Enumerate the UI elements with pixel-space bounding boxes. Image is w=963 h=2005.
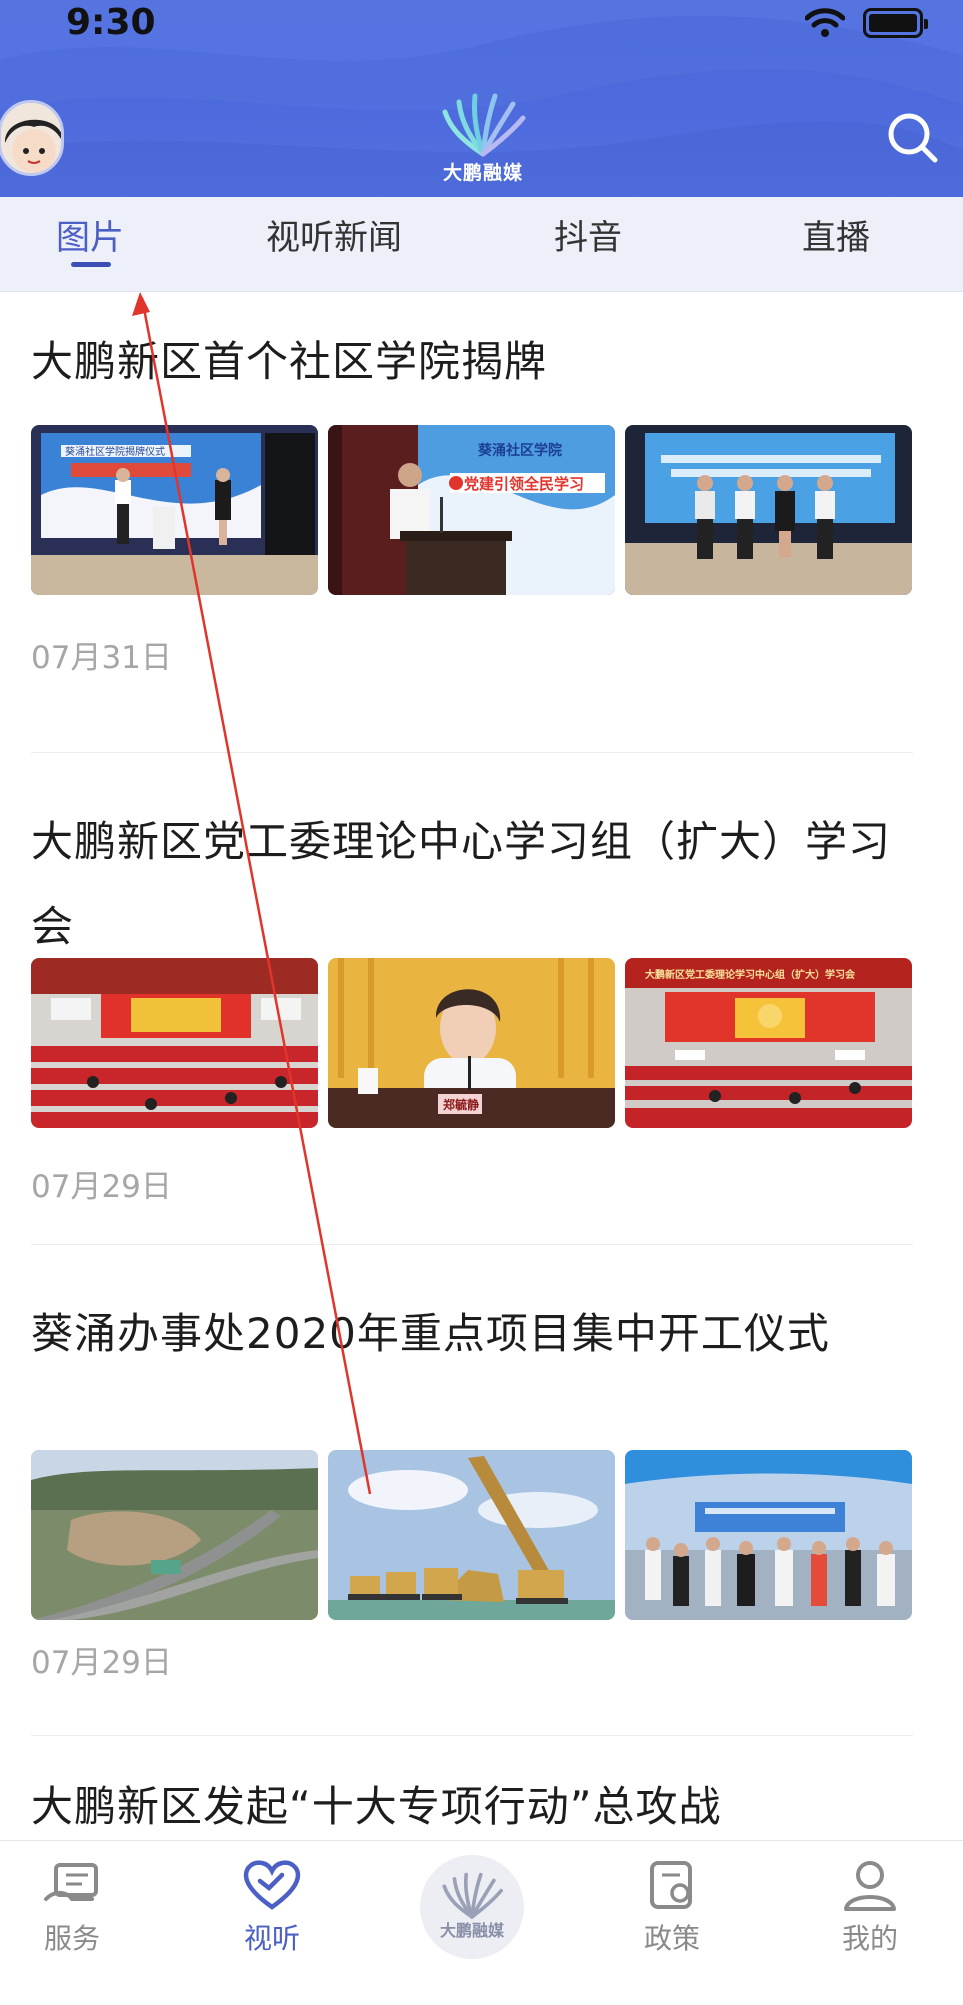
article-thumbnails: 郑毓静 大鹏新区党工委理论学习中心组（扩大）学习会 xyxy=(31,958,912,1128)
nav-policy-label: 政策 xyxy=(643,1922,700,1955)
article-card[interactable]: 大鹏新区发起“十大专项行动”总攻战 xyxy=(31,1777,913,1837)
user-avatar[interactable] xyxy=(0,100,64,176)
banner-text: 大鹏新区党工委理论学习中心组（扩大）学习会 xyxy=(645,968,855,981)
article-photo[interactable] xyxy=(31,958,318,1128)
article-title[interactable]: 大鹏新区发起“十大专项行动”总攻战 xyxy=(31,1777,913,1837)
article-thumbnails: 葵涌社区学院揭牌仪式 葵涌社区学院 党建引领全民学习 xyxy=(31,425,912,595)
logo-text: 大鹏融媒 xyxy=(442,162,523,184)
article-thumbnails xyxy=(31,1450,912,1620)
article-date: 07月29日 xyxy=(31,1169,172,1205)
nav-profile[interactable]: 我的 xyxy=(800,1859,940,1957)
article-photo[interactable]: 大鹏新区党工委理论学习中心组（扩大）学习会 xyxy=(625,958,912,1128)
article-photo[interactable]: 葵涌社区学院揭牌仪式 xyxy=(31,425,318,595)
logo-icon xyxy=(442,93,526,157)
battery-icon xyxy=(863,8,928,38)
tab-audio-video-news[interactable]: 视听新闻 xyxy=(266,197,402,292)
nav-policy[interactable]: 政策 xyxy=(602,1859,742,1957)
article-divider xyxy=(31,1735,913,1736)
search-button[interactable] xyxy=(885,110,941,166)
status-icons xyxy=(805,8,928,38)
wifi-icon xyxy=(805,8,845,37)
article-title[interactable]: 大鹏新区首个社区学院揭牌 xyxy=(31,332,913,392)
article-divider xyxy=(31,752,913,753)
logo-icon xyxy=(442,1872,503,1919)
article-photo[interactable]: 葵涌社区学院 党建引领全民学习 xyxy=(328,425,615,595)
banner-text: 葵涌社区学院 xyxy=(477,442,562,459)
article-photo[interactable] xyxy=(31,1450,318,1620)
nav-audio-video[interactable]: 视听 xyxy=(202,1859,342,1957)
article-photo[interactable] xyxy=(625,1450,912,1620)
slogan-text: 党建引领全民学习 xyxy=(464,475,584,493)
nameplate-text: 郑毓静 xyxy=(443,1097,479,1112)
app-logo: 大鹏融媒 xyxy=(418,90,548,190)
banner-text: 葵涌社区学院揭牌仪式 xyxy=(65,445,165,458)
nav-home-logo[interactable]: 大鹏融媒 xyxy=(420,1855,524,1959)
app-header: 9:30 大鹏融媒 xyxy=(0,0,963,197)
bottom-navigation: 服务 视听 大鹏融媒 政策 我的 xyxy=(0,1840,963,2005)
active-tab-indicator xyxy=(71,262,111,267)
nav-home-label: 大鹏融媒 xyxy=(439,1921,504,1940)
policy-icon xyxy=(650,1861,692,1909)
profile-icon xyxy=(844,1861,896,1911)
service-icon xyxy=(44,1863,98,1901)
article-date: 07月29日 xyxy=(31,1645,172,1681)
article-photo[interactable] xyxy=(625,425,912,595)
search-icon xyxy=(888,113,938,163)
article-photo[interactable] xyxy=(328,1450,615,1620)
article-date: 07月31日 xyxy=(31,640,172,676)
nav-service[interactable]: 服务 xyxy=(2,1859,142,1957)
nav-profile-label: 我的 xyxy=(841,1922,898,1955)
news-feed[interactable]: 大鹏新区首个社区学院揭牌 葵涌社区学院揭牌仪式 葵涌社区学院 党建引领全民学习 … xyxy=(0,292,963,1840)
status-time: 9:30 xyxy=(66,2,156,43)
article-divider xyxy=(31,1244,913,1245)
tab-douyin[interactable]: 抖音 xyxy=(554,197,622,292)
article-card[interactable]: 葵涌办事处2020年重点项目集中开工仪式 07月29日 xyxy=(31,1291,913,1681)
article-title[interactable]: 葵涌办事处2020年重点项目集中开工仪式 xyxy=(31,1291,901,1376)
heart-icon xyxy=(243,1860,301,1910)
tab-live[interactable]: 直播 xyxy=(802,197,870,292)
article-card[interactable]: 大鹏新区党工委理论中心学习组（扩大）学习会 郑毓静 大鹏新区党工委理论学习中心组… xyxy=(31,799,913,1205)
tab-pictures[interactable]: 图片 xyxy=(56,197,124,292)
category-tabs: 图片 视听新闻 抖音 直播 xyxy=(0,197,963,292)
nav-service-label: 服务 xyxy=(43,1922,100,1955)
article-title[interactable]: 大鹏新区党工委理论中心学习组（扩大）学习会 xyxy=(31,799,891,969)
article-card[interactable]: 大鹏新区首个社区学院揭牌 葵涌社区学院揭牌仪式 葵涌社区学院 党建引领全民学习 … xyxy=(31,332,913,676)
nav-audio-video-label: 视听 xyxy=(243,1922,300,1955)
article-photo[interactable]: 郑毓静 xyxy=(328,958,615,1128)
